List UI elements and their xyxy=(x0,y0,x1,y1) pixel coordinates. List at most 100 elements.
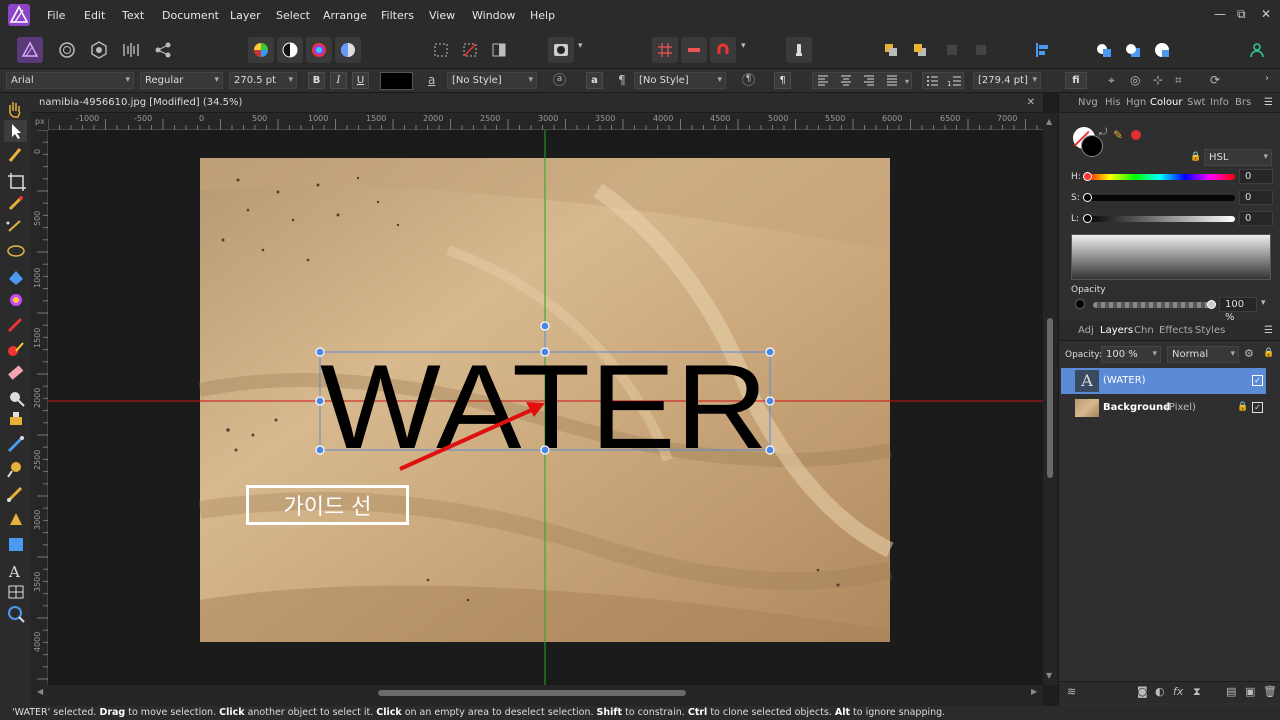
menu-window[interactable]: Window xyxy=(472,9,515,22)
live-filter-icon[interactable]: ⧗ xyxy=(1193,685,1201,699)
snapping-guides-icon[interactable] xyxy=(681,37,707,63)
layer-visibility-checkbox[interactable]: ✓ xyxy=(1252,375,1263,386)
assistant-icon[interactable] xyxy=(786,37,812,63)
user-account-icon[interactable] xyxy=(1244,37,1270,63)
tab-channels[interactable]: Chn xyxy=(1134,325,1154,336)
bold-button[interactable]: B xyxy=(308,72,325,89)
swap-colors-icon[interactable]: ⤾ xyxy=(1099,127,1107,138)
arrange-front-icon[interactable] xyxy=(939,37,965,63)
font-style-select[interactable]: Regular xyxy=(140,72,223,89)
scroll-down-icon[interactable]: ▼ xyxy=(1046,671,1052,680)
saturation-slider[interactable] xyxy=(1085,195,1235,201)
hsl-adjust-icon[interactable] xyxy=(306,37,332,63)
guides-icon[interactable]: ⌗ xyxy=(1175,73,1182,88)
add-mask-icon[interactable]: ◙ xyxy=(1137,685,1148,698)
preview-eye-icon[interactable]: ◎ xyxy=(1130,73,1140,87)
tab-histogram[interactable]: Hgn xyxy=(1126,97,1146,108)
menu-arrange[interactable]: Arrange xyxy=(323,9,367,22)
layer-row-background[interactable]: Background (Pixel) 🔒 ✓ xyxy=(1061,395,1266,421)
scroll-right-icon[interactable]: ▶ xyxy=(1031,687,1037,696)
snap-target-icon[interactable]: ⌖ xyxy=(1108,73,1115,88)
quick-mask-dropdown-icon[interactable]: ▾ xyxy=(578,41,583,51)
tab-adjustments[interactable]: Adj xyxy=(1078,325,1094,336)
snapping-dropdown-icon[interactable]: ▾ xyxy=(741,41,746,51)
lock-icon[interactable]: 🔒 xyxy=(1190,152,1201,162)
layer-lock-icon[interactable]: 🔒 xyxy=(1263,348,1274,358)
layers-menu-icon[interactable]: ☰ xyxy=(1264,325,1273,336)
document-tab[interactable]: namibia-4956610.jpg [Modified] (34.5%) ✕ xyxy=(31,93,1043,113)
tab-colour[interactable]: Colour xyxy=(1150,97,1182,108)
saturation-value[interactable]: 0 xyxy=(1239,190,1273,205)
blend-mode-select[interactable]: Normal xyxy=(1167,346,1239,363)
vertical-scroll-thumb[interactable] xyxy=(1047,318,1053,478)
color-picker-icon[interactable]: ✎ xyxy=(1113,128,1123,142)
tab-styles[interactable]: Styles xyxy=(1195,325,1225,336)
photo-persona-icon[interactable] xyxy=(17,37,43,63)
menu-view[interactable]: View xyxy=(429,9,455,22)
color-replace-icon[interactable] xyxy=(8,342,24,356)
tab-navigator[interactable]: Nvg xyxy=(1078,97,1098,108)
colour-model-select[interactable]: HSL xyxy=(1204,149,1272,166)
rectangle-tool-icon[interactable] xyxy=(9,538,23,551)
leading-select[interactable]: [279.4 pt] xyxy=(973,72,1041,89)
menu-edit[interactable]: Edit xyxy=(84,9,105,22)
group-folder-icon[interactable]: ▤ xyxy=(1226,685,1236,698)
scroll-left-icon[interactable]: ◀ xyxy=(37,687,43,696)
tab-effects[interactable]: Effects xyxy=(1159,325,1193,336)
para-style-clear-icon[interactable]: ¶ xyxy=(742,73,755,86)
crop-tool-icon[interactable] xyxy=(8,173,26,191)
underline-button[interactable]: U xyxy=(352,72,369,89)
gradient-tool-icon[interactable] xyxy=(10,294,22,306)
selection-brush-icon[interactable] xyxy=(8,196,23,211)
menu-document[interactable]: Document xyxy=(162,9,219,22)
arrange-top-icon[interactable] xyxy=(968,37,994,63)
hue-slider[interactable] xyxy=(1085,174,1235,180)
artistic-text-icon[interactable]: A xyxy=(8,563,20,581)
overflow-chevron-icon[interactable]: › xyxy=(1265,73,1269,84)
history-icon[interactable]: ⟳ xyxy=(1210,73,1220,87)
vector-pen-icon[interactable] xyxy=(10,513,22,525)
lightness-value[interactable]: 0 xyxy=(1239,211,1273,226)
rotation-handle[interactable] xyxy=(540,321,550,331)
layers-stack-icon[interactable]: ≋ xyxy=(1067,685,1076,698)
char-style-clear-icon[interactable]: a xyxy=(553,73,566,86)
resize-handle-ne[interactable] xyxy=(765,347,775,357)
menu-text[interactable]: Text xyxy=(122,9,144,22)
boolean-add-icon[interactable] xyxy=(1091,37,1117,63)
tab-history[interactable]: His xyxy=(1105,97,1121,108)
layer-row-water[interactable]: A (WATER) ✓ xyxy=(1061,368,1266,394)
paint-brush-icon[interactable] xyxy=(7,317,23,333)
boolean-intersect-icon[interactable] xyxy=(1149,37,1175,63)
zoom-tool-icon[interactable] xyxy=(8,606,25,623)
menu-filters[interactable]: Filters xyxy=(381,9,414,22)
develop-persona-icon[interactable] xyxy=(86,37,112,63)
font-family-select[interactable]: Arial xyxy=(6,72,134,89)
layer-lock-icon[interactable]: 🔒 xyxy=(1237,402,1248,412)
invert-selection-icon[interactable] xyxy=(486,37,512,63)
text-color-swatch[interactable] xyxy=(380,72,413,90)
fx-icon[interactable]: fx xyxy=(1173,685,1183,698)
transform-icon[interactable]: ⊹ xyxy=(1153,73,1163,87)
char-style-apply-button[interactable]: a xyxy=(586,72,603,89)
colour-preview-box[interactable] xyxy=(1071,234,1271,280)
tab-info[interactable]: Info xyxy=(1210,97,1229,108)
tab-swatches[interactable]: Swt xyxy=(1187,97,1205,108)
resize-handle-se[interactable] xyxy=(765,445,775,455)
add-layer-icon[interactable]: ▣ xyxy=(1245,685,1255,698)
white-balance-icon[interactable] xyxy=(335,37,361,63)
restore-button[interactable]: ⧉ xyxy=(1237,7,1246,22)
layer-opacity-select[interactable]: 100 % xyxy=(1101,346,1161,363)
move-tool-icon[interactable] xyxy=(4,120,27,142)
affinity-photo-logo-icon[interactable] xyxy=(8,4,30,26)
marquee-tool-icon[interactable] xyxy=(7,245,25,257)
layer-settings-gear-icon[interactable]: ⚙ xyxy=(1244,347,1254,360)
vertical-ruler[interactable]: 0 500 1000 1500 2000 2500 3000 3500 4000 xyxy=(31,130,48,685)
paragraph-style-select[interactable]: [No Style] xyxy=(634,72,726,89)
opacity-slider-knob[interactable] xyxy=(1207,300,1216,309)
menu-select[interactable]: Select xyxy=(276,9,310,22)
minimize-button[interactable]: — xyxy=(1214,7,1226,21)
vertical-scrollbar[interactable]: ▲ ▼ xyxy=(1043,113,1058,685)
fill-tool-icon[interactable] xyxy=(9,271,23,285)
tab-layers[interactable]: Layers xyxy=(1100,325,1133,336)
menu-help[interactable]: Help xyxy=(530,9,555,22)
